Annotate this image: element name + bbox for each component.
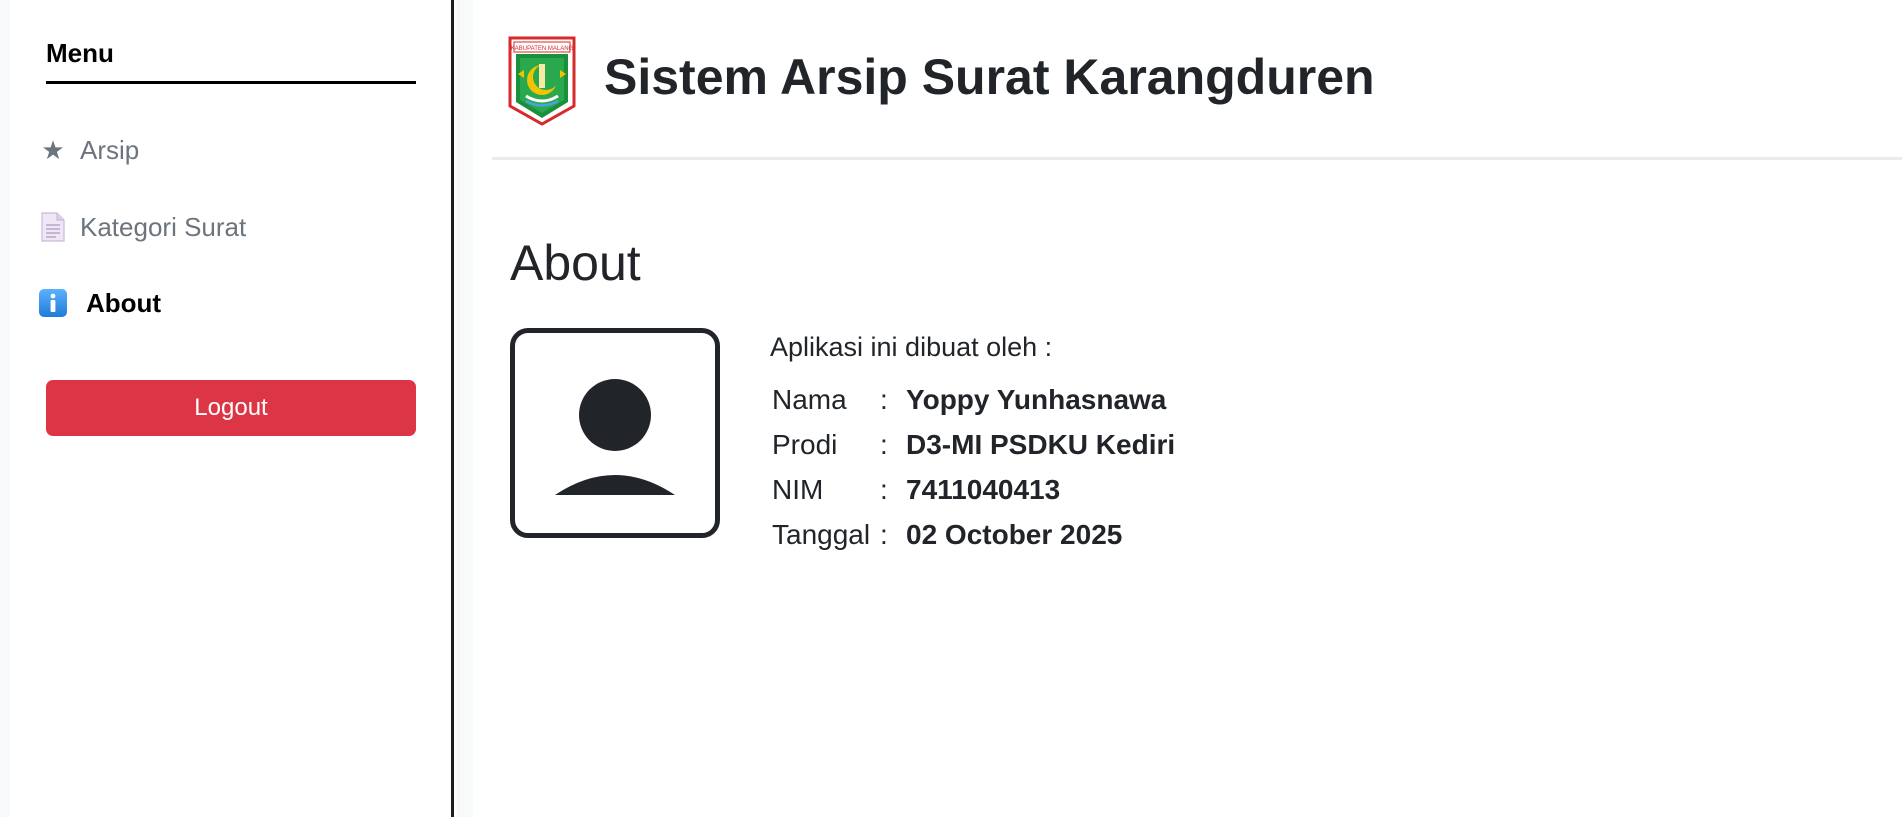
detail-label: Tanggal <box>772 518 871 550</box>
sidebar-item-about[interactable]: About <box>38 283 161 323</box>
info-icon <box>38 288 68 318</box>
about-intro: Aplikasi ini dibuat oleh : <box>770 332 1053 362</box>
detail-separator: : <box>880 518 888 550</box>
detail-separator: : <box>880 473 888 505</box>
main-gutter <box>457 0 473 817</box>
sidebar-gutter <box>0 0 10 817</box>
star-icon: ★ <box>41 135 65 165</box>
detail-separator: : <box>880 383 888 415</box>
about-details-table: Nama : Yoppy Yunhasnawa Prodi : D3-MI PS… <box>770 377 1175 557</box>
sidebar-item-label: Kategori Surat <box>80 211 247 242</box>
detail-value: D3-MI PSDKU Kediri <box>906 428 1176 460</box>
detail-label: Prodi <box>772 428 838 460</box>
document-icon <box>38 212 68 242</box>
app-window: Menu ★ Arsip Kategori Surat About Logout… <box>0 0 1902 817</box>
detail-label: NIM <box>772 473 824 505</box>
kabupaten-malang-emblem-icon: KABUPATEN MALANG <box>506 34 578 126</box>
detail-label: Nama <box>772 383 847 415</box>
detail-value: 02 October 2025 <box>906 518 1123 550</box>
sidebar: Menu ★ Arsip Kategori Surat About Logout <box>0 0 454 817</box>
detail-value: Yoppy Yunhasnawa <box>906 383 1167 415</box>
avatar <box>510 328 720 538</box>
svg-text:KABUPATEN MALANG: KABUPATEN MALANG <box>511 46 574 52</box>
detail-row-prodi: Prodi : D3-MI PSDKU Kediri <box>770 422 1175 467</box>
menu-heading: Menu <box>46 38 416 84</box>
detail-separator: : <box>880 428 888 460</box>
detail-value: 7411040413 <box>906 473 1061 505</box>
page-title: About <box>510 235 641 291</box>
header: KABUPATEN MALANG Sistem Arsip Surat Kara… <box>492 0 1902 160</box>
sidebar-item-label: Arsip <box>80 134 140 165</box>
app-title: Sistem Arsip Surat Karangduren <box>604 49 1375 105</box>
sidebar-item-label: About <box>86 287 162 318</box>
logout-button[interactable]: Logout <box>46 380 416 436</box>
sidebar-item-kategori-surat[interactable]: Kategori Surat <box>38 207 246 247</box>
about-info: Aplikasi ini dibuat oleh : Nama : Yoppy … <box>770 332 1175 557</box>
detail-row-nim: NIM : 7411040413 <box>770 467 1175 512</box>
user-avatar-icon <box>555 379 675 495</box>
sidebar-item-arsip[interactable]: ★ Arsip <box>38 130 139 170</box>
detail-row-nama: Nama : Yoppy Yunhasnawa <box>770 377 1175 422</box>
detail-row-tanggal: Tanggal : 02 October 2025 <box>770 512 1175 557</box>
